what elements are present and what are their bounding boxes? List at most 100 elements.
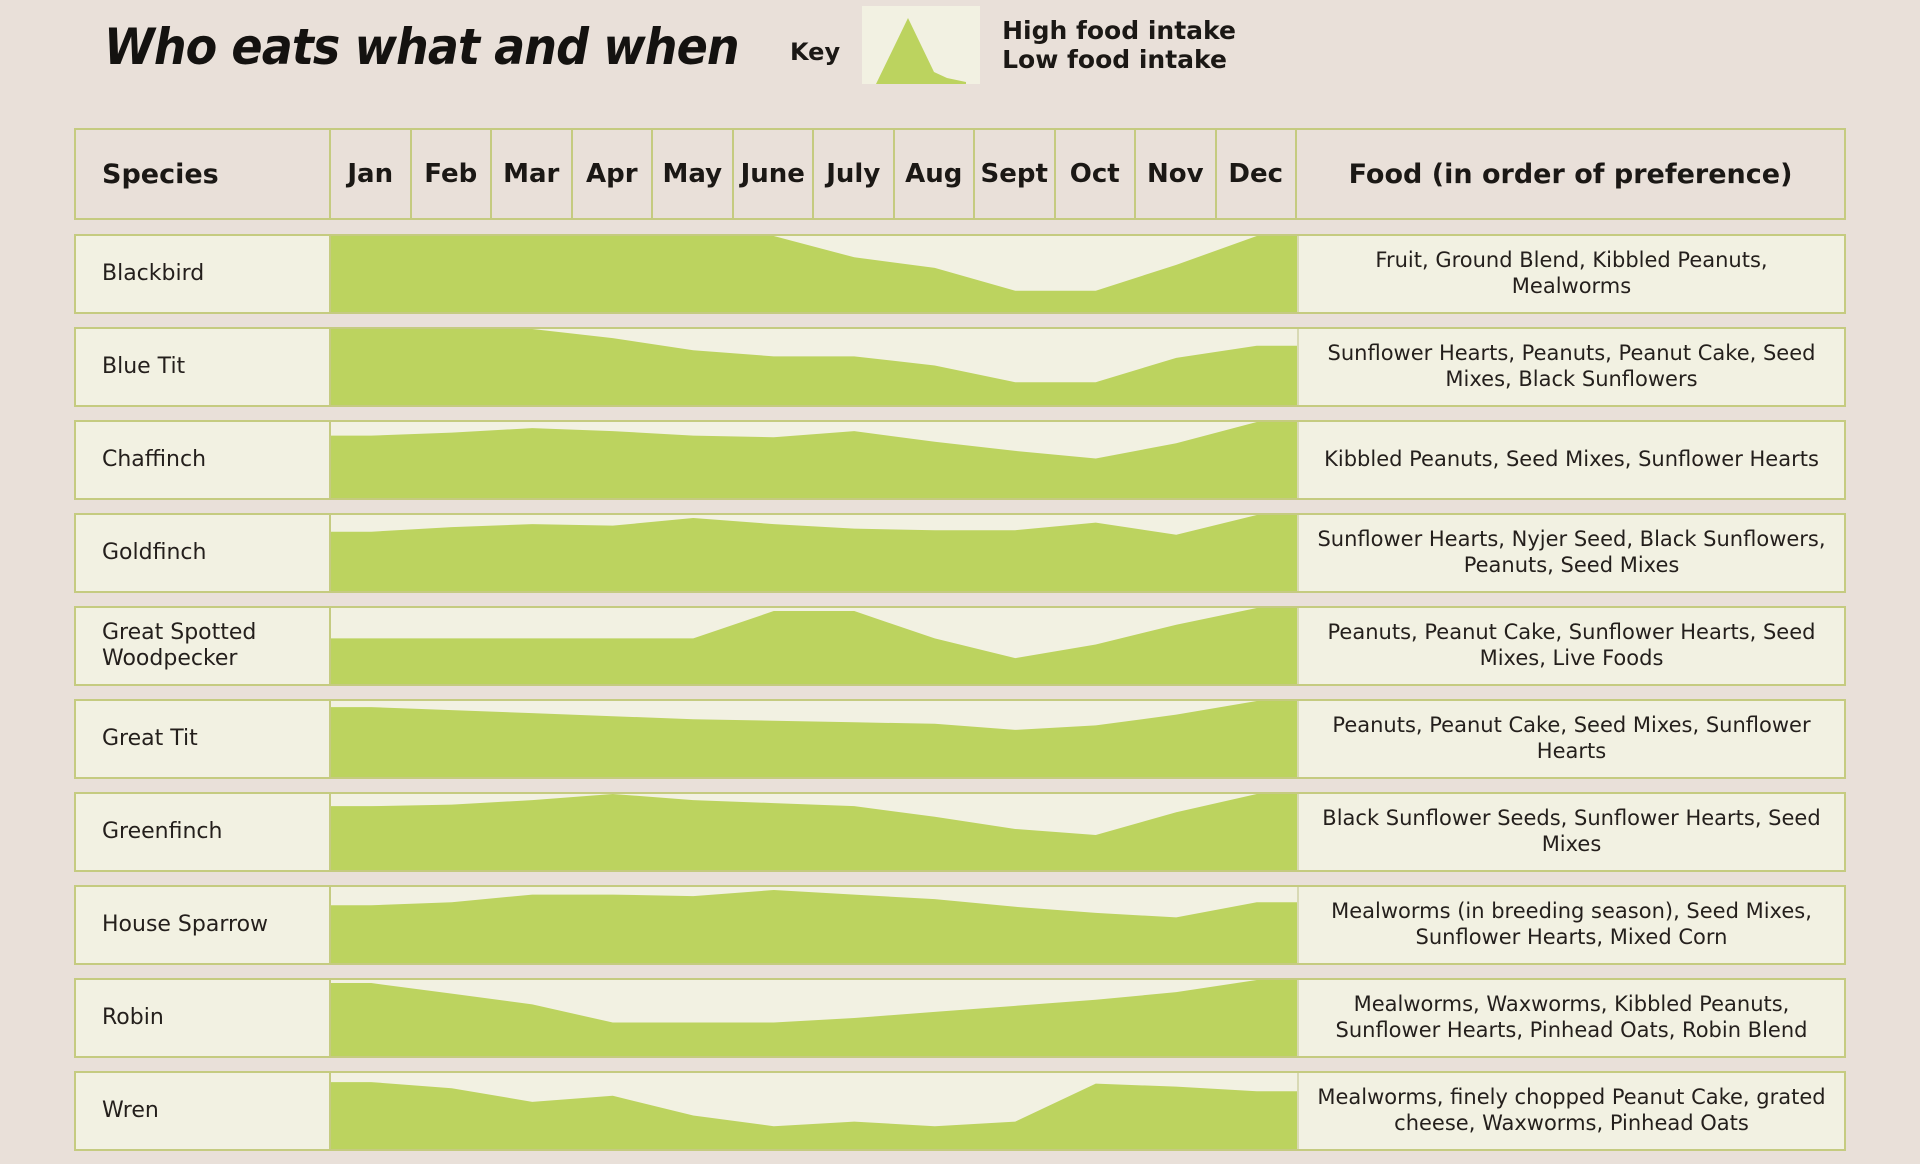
table-row: House Sparrow Mealworms (in breeding seas… <box>74 885 1846 965</box>
species-name: Blue Tit <box>102 354 186 380</box>
table-row: Wren Mealworms, finely chopped Peanut Cak… <box>74 1071 1846 1151</box>
table-row: Goldfinch Sunflower Hearts, Nyjer Seed, B… <box>74 513 1846 593</box>
intake-area-chart <box>331 980 1299 1056</box>
species-food-table: Species Jan Feb Mar Apr May June July Au… <box>74 128 1846 1164</box>
food-preference-cell: Kibbled Peanuts, Seed Mixes, Sunflower H… <box>1299 422 1844 498</box>
header-bar: Who eats what and when Key High food int… <box>0 0 1920 120</box>
header-food-label: Food (in order of preference) <box>1348 158 1793 190</box>
header-cell-species: Species <box>76 130 331 218</box>
legend-label: Key <box>790 38 841 66</box>
species-name-cell: Great Tit <box>76 701 331 777</box>
species-name: Robin <box>102 1005 164 1031</box>
species-name-cell: Robin <box>76 980 331 1056</box>
header-cell-month: Mar <box>492 130 573 218</box>
month-label: Feb <box>424 159 478 189</box>
species-name-cell: Chaffinch <box>76 422 331 498</box>
intake-area-chart <box>331 236 1299 312</box>
intake-area-chart <box>331 515 1299 591</box>
species-name-cell: Great Spotted Woodpecker <box>76 608 331 684</box>
food-preference-text: Sunflower Hearts, Nyjer Seed, Black Sunf… <box>1317 527 1826 577</box>
food-preference-text: Mealworms, Waxworms, Kibbled Peanuts, Su… <box>1335 992 1808 1042</box>
table-body: Blackbird Fruit, Ground Blend, Kibbled Pe… <box>74 234 1846 1151</box>
species-name-cell: Wren <box>76 1073 331 1149</box>
food-preference-text: Mealworms, finely chopped Peanut Cake, g… <box>1317 1085 1826 1135</box>
species-name: Great Spotted Woodpecker <box>102 620 257 671</box>
species-name: Blackbird <box>102 261 205 287</box>
food-preference-cell: Mealworms, Waxworms, Kibbled Peanuts, Su… <box>1299 980 1844 1056</box>
intake-area-chart <box>331 1073 1299 1149</box>
table-row: Robin Mealworms, Waxworms, Kibbled Peanut… <box>74 978 1846 1058</box>
species-name-cell: Goldfinch <box>76 515 331 591</box>
header-species-label: Species <box>102 158 219 190</box>
table-row: Great Spotted Woodpecker Peanuts, Peanut … <box>74 606 1846 686</box>
month-label: July <box>826 159 881 189</box>
header-cell-month: Apr <box>573 130 653 218</box>
food-preference-cell: Sunflower Hearts, Peanuts, Peanut Cake, … <box>1299 329 1844 405</box>
food-preference-text: Sunflower Hearts, Peanuts, Peanut Cake, … <box>1327 341 1816 391</box>
header-cell-month: June <box>734 130 814 218</box>
legend-texts: High food intake Low food intake <box>1002 16 1236 75</box>
food-preference-cell: Fruit, Ground Blend, Kibbled Peanuts, Me… <box>1299 236 1844 312</box>
species-name-cell: Greenfinch <box>76 794 331 870</box>
header-cell-month: Sept <box>975 130 1056 218</box>
infographic-page: Who eats what and when Key High food int… <box>0 0 1920 1151</box>
intake-area-chart <box>331 887 1299 963</box>
food-preference-text: Peanuts, Peanut Cake, Seed Mixes, Sunflo… <box>1332 713 1811 763</box>
month-label: May <box>662 159 723 189</box>
species-name-cell: Blue Tit <box>76 329 331 405</box>
table-row: Great Tit Peanuts, Peanut Cake, Seed Mixe… <box>74 699 1846 779</box>
header-cell-month: Jan <box>331 130 412 218</box>
legend-low-label: Low food intake <box>1002 45 1227 74</box>
intake-area-chart <box>331 329 1299 405</box>
table-row: Blackbird Fruit, Ground Blend, Kibbled Pe… <box>74 234 1846 314</box>
intake-area-chart <box>331 794 1299 870</box>
species-name: Greenfinch <box>102 819 223 845</box>
food-preference-text: Black Sunflower Seeds, Sunflower Hearts,… <box>1322 806 1821 856</box>
legend: Key High food intake Low food intake <box>790 6 1236 84</box>
food-preference-text: Peanuts, Peanut Cake, Sunflower Hearts, … <box>1327 620 1816 670</box>
species-name: Great Tit <box>102 726 198 752</box>
header-cell-month: Aug <box>895 130 975 218</box>
food-preference-cell: Peanuts, Peanut Cake, Seed Mixes, Sunflo… <box>1299 701 1844 777</box>
month-label: Jan <box>347 159 394 189</box>
intake-area-chart <box>331 422 1299 498</box>
table-row: Chaffinch Kibbled Peanuts, Seed Mixes, Su… <box>74 420 1846 500</box>
species-name: House Sparrow <box>102 912 269 938</box>
species-name-cell: Blackbird <box>76 236 331 312</box>
header-cell-month: Nov <box>1136 130 1217 218</box>
food-preference-text: Mealworms (in breeding season), Seed Mix… <box>1331 899 1812 949</box>
food-preference-cell: Peanuts, Peanut Cake, Sunflower Hearts, … <box>1299 608 1844 684</box>
header-cell-month: May <box>653 130 734 218</box>
table-header-row: Species Jan Feb Mar Apr May June July Au… <box>74 128 1846 220</box>
peak-triangle-icon <box>862 6 981 84</box>
food-preference-cell: Mealworms, finely chopped Peanut Cake, g… <box>1299 1073 1844 1149</box>
month-label: Aug <box>905 159 963 189</box>
page-title: Who eats what and when <box>104 18 740 76</box>
month-label: Sept <box>980 159 1048 189</box>
header-cell-month: Dec <box>1217 130 1297 218</box>
table-row: Blue Tit Sunflower Hearts, Peanuts, Peanu… <box>74 327 1846 407</box>
header-cell-food: Food (in order of preference) <box>1297 130 1844 218</box>
food-preference-text: Fruit, Ground Blend, Kibbled Peanuts, Me… <box>1375 248 1768 298</box>
header-cell-month: Feb <box>412 130 492 218</box>
month-label: Nov <box>1146 159 1204 189</box>
header-cell-month: Oct <box>1056 130 1136 218</box>
species-name-cell: House Sparrow <box>76 887 331 963</box>
food-preference-cell: Sunflower Hearts, Nyjer Seed, Black Sunf… <box>1299 515 1844 591</box>
species-name: Goldfinch <box>102 540 207 566</box>
month-label: June <box>740 159 805 189</box>
food-preference-cell: Black Sunflower Seeds, Sunflower Hearts,… <box>1299 794 1844 870</box>
month-label: Dec <box>1228 159 1284 189</box>
legend-high-label: High food intake <box>1002 15 1236 45</box>
header-cell-month: July <box>814 130 895 218</box>
table-row: Greenfinch Black Sunflower Seeds, Sunflow… <box>74 792 1846 872</box>
month-label: Mar <box>503 159 560 189</box>
species-name: Chaffinch <box>102 447 207 473</box>
month-label: Oct <box>1069 159 1120 189</box>
month-label: Apr <box>585 159 638 189</box>
header-months: Jan Feb Mar Apr May June July Aug Sept O… <box>331 130 1297 218</box>
food-preference-cell: Mealworms (in breeding season), Seed Mix… <box>1299 887 1844 963</box>
intake-area-chart <box>331 701 1299 777</box>
food-preference-text: Kibbled Peanuts, Seed Mixes, Sunflower H… <box>1324 447 1819 472</box>
intake-area-chart <box>331 608 1299 684</box>
